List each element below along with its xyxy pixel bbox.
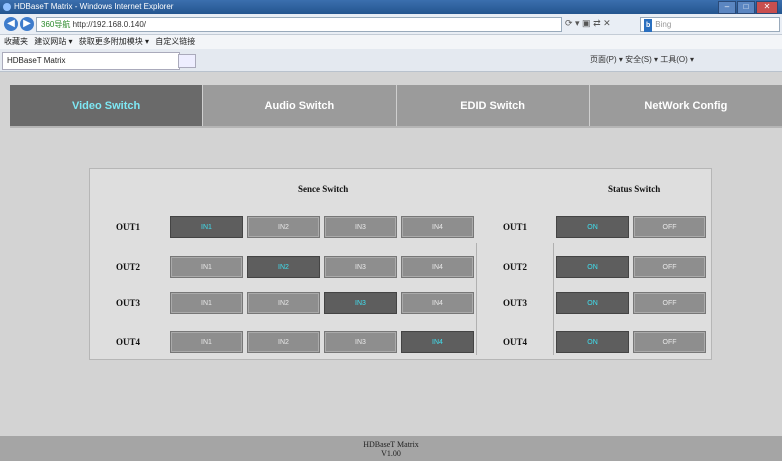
status-label-out2: OUT2 bbox=[503, 262, 528, 272]
fav-link-2[interactable]: 获取更多附加模块 ▾ bbox=[79, 37, 149, 46]
out4-in1-button[interactable]: IN1 bbox=[170, 331, 243, 353]
new-tab-button[interactable] bbox=[178, 54, 196, 68]
scene-switch-header: Sence Switch bbox=[298, 184, 349, 194]
row-label-out2: OUT2 bbox=[116, 262, 141, 272]
url-prefix: 360导航 bbox=[41, 20, 71, 29]
address-bar: ◀ ▶ 360导航 http://192.168.0.140/ ⟳ ▾ ▣ ⇄ … bbox=[0, 14, 782, 35]
out2-in2-button[interactable]: IN2 bbox=[247, 256, 320, 278]
tab-audio-switch[interactable]: Audio Switch bbox=[202, 85, 396, 126]
switch-panel: Sence Switch Status Switch OUT1 IN1 IN2 IN3… bbox=[89, 168, 712, 360]
address-buttons[interactable]: ⟳ ▾ ▣ ⇄ ✕ bbox=[565, 18, 611, 29]
out3-in1-button[interactable]: IN1 bbox=[170, 292, 243, 314]
window-title: HDBaseT Matrix - Windows Internet Explor… bbox=[14, 2, 174, 11]
panel-divider bbox=[553, 243, 554, 355]
back-icon[interactable]: ◀ bbox=[4, 17, 18, 31]
page-content: Video Switch Audio Switch EDID Switch Ne… bbox=[0, 72, 782, 461]
out2-off-button[interactable]: OFF bbox=[633, 256, 706, 278]
out1-off-button[interactable]: OFF bbox=[633, 216, 706, 238]
tab-bar: HDBaseT Matrix 页面(P) ▾ 安全(S) ▾ 工具(O) ▾ bbox=[0, 49, 782, 72]
tab-network-config[interactable]: NetWork Config bbox=[588, 85, 782, 126]
nav-divider bbox=[10, 126, 782, 128]
url-text: http://192.168.0.140/ bbox=[72, 20, 146, 29]
row-label-out3: OUT3 bbox=[116, 298, 141, 308]
out2-in4-button[interactable]: IN4 bbox=[401, 256, 474, 278]
row-label-out1: OUT1 bbox=[116, 222, 141, 232]
out1-in2-button[interactable]: IN2 bbox=[247, 216, 320, 238]
out4-in3-button[interactable]: IN3 bbox=[324, 331, 397, 353]
footer: HDBaseT Matrix V1.00 bbox=[0, 436, 782, 461]
command-bar[interactable]: 页面(P) ▾ 安全(S) ▾ 工具(O) ▾ bbox=[590, 54, 694, 65]
status-label-out3: OUT3 bbox=[503, 298, 528, 308]
search-placeholder: Bing bbox=[655, 20, 672, 29]
out2-in1-button[interactable]: IN1 bbox=[170, 256, 243, 278]
out3-in3-button[interactable]: IN3 bbox=[324, 292, 397, 314]
forward-icon[interactable]: ▶ bbox=[20, 17, 34, 31]
out1-on-button[interactable]: ON bbox=[556, 216, 629, 238]
status-label-out1: OUT1 bbox=[503, 222, 528, 232]
ie-icon bbox=[3, 3, 11, 11]
out1-in3-button[interactable]: IN3 bbox=[324, 216, 397, 238]
main-nav: Video Switch Audio Switch EDID Switch Ne… bbox=[10, 85, 782, 126]
out4-on-button[interactable]: ON bbox=[556, 331, 629, 353]
out3-in4-button[interactable]: IN4 bbox=[401, 292, 474, 314]
close-icon[interactable]: ✕ bbox=[756, 1, 778, 14]
out4-off-button[interactable]: OFF bbox=[633, 331, 706, 353]
out2-on-button[interactable]: ON bbox=[556, 256, 629, 278]
favorites-bar: 收藏夹 建议网站 ▾ 获取更多附加模块 ▾ 自定义链接 bbox=[0, 35, 782, 49]
out1-in4-button[interactable]: IN4 bbox=[401, 216, 474, 238]
browser-tab[interactable]: HDBaseT Matrix bbox=[2, 52, 180, 70]
out2-in3-button[interactable]: IN3 bbox=[324, 256, 397, 278]
favorites-button[interactable]: 收藏夹 bbox=[4, 37, 28, 46]
footer-title: HDBaseT Matrix bbox=[363, 440, 419, 449]
footer-version: V1.00 bbox=[381, 449, 401, 458]
tab-edid-switch[interactable]: EDID Switch bbox=[395, 85, 589, 126]
out4-in4-button[interactable]: IN4 bbox=[401, 331, 474, 353]
status-switch-header: Status Switch bbox=[608, 184, 661, 194]
fav-link-1[interactable]: 建议网站 ▾ bbox=[34, 37, 72, 46]
out3-on-button[interactable]: ON bbox=[556, 292, 629, 314]
bing-icon: b bbox=[644, 19, 653, 32]
url-input[interactable]: 360导航 http://192.168.0.140/ bbox=[36, 17, 562, 32]
maximize-icon[interactable]: □ bbox=[737, 1, 755, 14]
tab-video-switch[interactable]: Video Switch bbox=[10, 85, 203, 126]
out3-off-button[interactable]: OFF bbox=[633, 292, 706, 314]
window-titlebar: HDBaseT Matrix - Windows Internet Explor… bbox=[0, 0, 782, 14]
fav-link-3[interactable]: 自定义链接 bbox=[155, 37, 195, 46]
row-label-out4: OUT4 bbox=[116, 337, 141, 347]
out3-in2-button[interactable]: IN2 bbox=[247, 292, 320, 314]
search-input[interactable]: b Bing bbox=[640, 17, 780, 32]
panel-divider bbox=[476, 243, 477, 355]
minimize-icon[interactable]: – bbox=[718, 1, 736, 14]
out1-in1-button[interactable]: IN1 bbox=[170, 216, 243, 238]
status-label-out4: OUT4 bbox=[503, 337, 528, 347]
window-controls: – □ ✕ bbox=[718, 1, 778, 14]
out4-in2-button[interactable]: IN2 bbox=[247, 331, 320, 353]
